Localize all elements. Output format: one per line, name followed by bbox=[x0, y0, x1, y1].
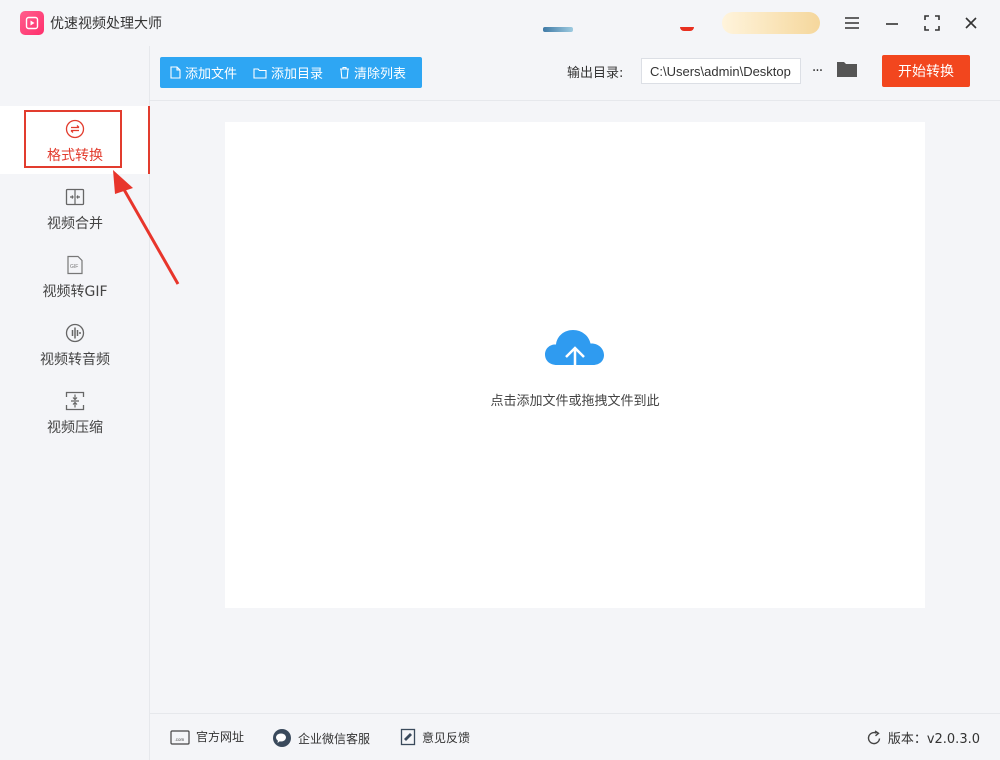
add-directory-label: 添加目录 bbox=[271, 67, 324, 82]
sidebar-item-format-convert[interactable]: 格式转换 bbox=[0, 106, 150, 174]
more-options-button[interactable]: ··· bbox=[806, 58, 828, 84]
refresh-icon bbox=[867, 729, 881, 744]
maximize-icon[interactable] bbox=[918, 9, 946, 37]
app-title: 优速视频处理大师 bbox=[50, 16, 162, 32]
version-label: 版本：v2.0.3.0 bbox=[887, 732, 980, 747]
sidebar-item-label: 视频转GIF bbox=[42, 284, 108, 300]
video-merge-icon bbox=[64, 186, 86, 208]
wechat-label: 企业微信客服 bbox=[298, 731, 371, 746]
sidebar-item-label: 格式转换 bbox=[47, 148, 103, 164]
toolbar-button-group: 添加文件 添加目录 清除列表 bbox=[160, 57, 422, 88]
folder-outline-icon bbox=[253, 67, 267, 79]
svg-text:.com: .com bbox=[175, 737, 185, 742]
sidebar-item-video-merge[interactable]: 视频合并 bbox=[0, 174, 150, 242]
trash-icon bbox=[340, 66, 350, 79]
add-file-button[interactable]: 添加文件 bbox=[170, 63, 237, 82]
output-dir-label: 输出目录: bbox=[567, 66, 624, 81]
gif-icon: GIF bbox=[64, 254, 86, 276]
clear-list-button[interactable]: 清除列表 bbox=[339, 63, 406, 82]
sidebar-item-video-to-audio[interactable]: 视频转音频 bbox=[0, 310, 150, 378]
close-icon[interactable] bbox=[957, 9, 985, 37]
add-directory-button[interactable]: 添加目录 bbox=[253, 63, 323, 82]
footer: .com 官方网址 企业微信客服 意见反馈 版本：v2.0.3.0 bbox=[150, 713, 1000, 760]
version-info: 版本：v2.0.3.0 bbox=[866, 728, 980, 747]
sidebar-item-label: 视频压缩 bbox=[47, 420, 103, 436]
wechat-service-link[interactable]: 企业微信客服 bbox=[272, 728, 370, 748]
add-file-label: 添加文件 bbox=[185, 67, 238, 82]
sidebar-item-video-compress[interactable]: 视频压缩 bbox=[0, 378, 150, 446]
audio-icon bbox=[64, 322, 86, 344]
sidebar-item-video-to-gif[interactable]: GIF 视频转GIF bbox=[0, 242, 150, 310]
cloud-upload-icon bbox=[545, 330, 604, 380]
title-bar: 优速视频处理大师 bbox=[0, 0, 1000, 46]
active-indicator bbox=[148, 106, 150, 174]
file-drop-area[interactable]: 点击添加文件或拖拽文件到此 bbox=[225, 122, 925, 608]
feedback-label: 意见反馈 bbox=[422, 730, 471, 745]
divider bbox=[150, 100, 1000, 101]
website-icon: .com bbox=[170, 729, 190, 745]
format-convert-icon bbox=[64, 118, 86, 140]
start-convert-button[interactable]: 开始转换 bbox=[882, 55, 970, 87]
output-dir-input[interactable] bbox=[641, 58, 801, 84]
open-folder-icon[interactable] bbox=[836, 59, 860, 83]
banner-decoration bbox=[680, 27, 694, 31]
website-label: 官方网址 bbox=[196, 730, 245, 744]
wechat-icon bbox=[273, 729, 291, 747]
svg-text:GIF: GIF bbox=[70, 264, 78, 270]
promo-banner[interactable] bbox=[722, 12, 820, 34]
more-icon: ··· bbox=[811, 63, 823, 79]
feedback-link[interactable]: 意见反馈 bbox=[400, 728, 470, 746]
clear-list-label: 清除列表 bbox=[354, 67, 407, 82]
minimize-icon[interactable] bbox=[878, 9, 906, 37]
banner-decoration bbox=[543, 27, 573, 32]
sidebar: 格式转换 视频合并 GIF 视频转GIF 视频转音频 视频压缩 bbox=[0, 46, 150, 760]
drop-hint-text: 点击添加文件或拖拽文件到此 bbox=[490, 394, 660, 409]
compress-icon bbox=[64, 390, 86, 412]
app-logo-icon bbox=[20, 11, 44, 35]
file-icon bbox=[170, 66, 181, 79]
sidebar-item-label: 视频转音频 bbox=[40, 352, 110, 368]
sidebar-item-label: 视频合并 bbox=[47, 216, 103, 232]
official-website-link[interactable]: .com 官方网址 bbox=[170, 728, 244, 745]
feedback-icon bbox=[400, 728, 416, 746]
menu-icon[interactable] bbox=[838, 9, 866, 37]
